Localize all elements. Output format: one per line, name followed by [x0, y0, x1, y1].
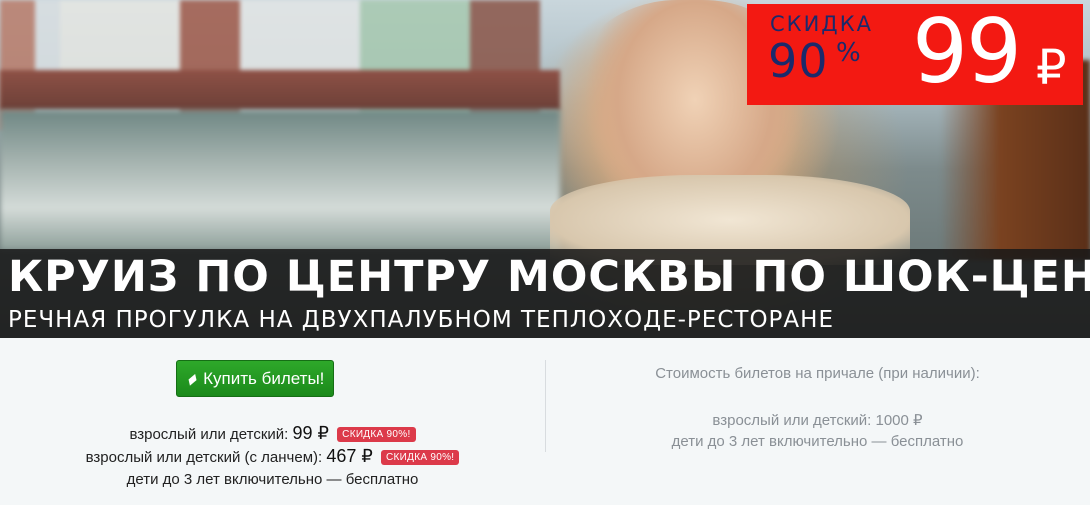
- discount-value: 90: [768, 34, 829, 88]
- ticket-icon: ▰: [181, 368, 202, 390]
- price-amount: 99 ₽: [292, 423, 329, 443]
- pier-price-adult: взрослый или детский: 1000 ₽: [712, 412, 923, 429]
- discount-tag: СКИДКА 90%!: [381, 450, 460, 465]
- discount-percent-sign: %: [836, 38, 861, 68]
- pier-price-heading: Стоимость билетов на причале (при наличи…: [655, 365, 980, 382]
- buy-tickets-label: Купить билеты!: [203, 368, 325, 388]
- promo-price: 99: [912, 0, 1022, 103]
- price-row-with-lunch: взрослый или детский (с ланчем): 467 ₽ С…: [0, 446, 545, 467]
- online-prices-panel: ▰ Купить билеты! взрослый или детский: 9…: [0, 338, 545, 505]
- price-label: дети до 3 лет включительно — бесплатно: [126, 471, 419, 488]
- page-subtitle: РЕЧНАЯ ПРОГУЛКА НА ДВУХПАЛУБНОМ ТЕПЛОХОД…: [8, 307, 834, 333]
- kremlin-wall: [0, 70, 560, 110]
- discount-tag: СКИДКА 90%!: [337, 427, 416, 442]
- buy-tickets-button[interactable]: ▰ Купить билеты!: [176, 360, 334, 397]
- price-row-free-kids: дети до 3 лет включительно — бесплатно: [0, 471, 545, 488]
- price-row-adult-child: взрослый или детский: 99 ₽ СКИДКА 90%!: [0, 423, 545, 444]
- hero-banner: СКИДКА 90 % 99 ₽ КРУИЗ ПО ЦЕНТРУ МОСКВЫ …: [0, 0, 1090, 338]
- river-background: [0, 110, 560, 250]
- price-label: взрослый или детский (с ланчем):: [85, 449, 327, 466]
- page-title: КРУИЗ ПО ЦЕНТРУ МОСКВЫ ПО ШОК-ЦЕНЕ: [8, 252, 1090, 302]
- pier-price-free-kids: дети до 3 лет включительно — бесплатно: [671, 433, 964, 450]
- promo-currency: ₽: [1036, 40, 1067, 96]
- price-amount: 467 ₽: [326, 446, 373, 466]
- discount-label: СКИДКА: [770, 12, 873, 36]
- price-label: взрослый или детский:: [129, 426, 293, 443]
